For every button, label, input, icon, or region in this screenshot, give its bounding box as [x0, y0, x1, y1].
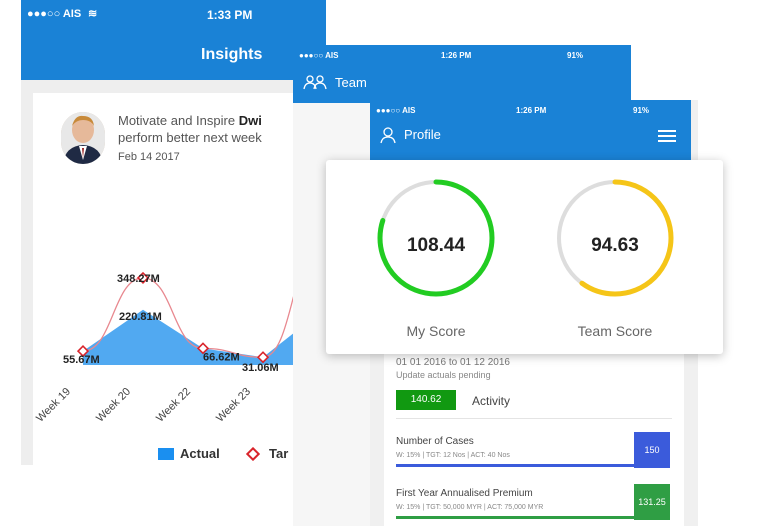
metric-title: First Year Annualised Premium — [396, 488, 533, 499]
divider — [396, 418, 672, 419]
team-title: Team — [335, 75, 367, 90]
legend-actual-swatch — [158, 448, 174, 460]
metric-row[interactable]: Number of Cases W: 15% | TGT: 12 Nos | AC… — [396, 432, 672, 472]
carrier-label: ●●●○○ AIS — [376, 106, 416, 115]
metric-progress-bar — [396, 516, 634, 519]
battery-percent: 88% — [357, 8, 380, 20]
carrier-label: ●●●○○ AIS — [299, 51, 339, 60]
metric-row[interactable]: First Year Annualised Premium W: 15% | TG… — [396, 484, 672, 524]
team-header: ●●●○○ AIS 1:26 PM 91% Team — [293, 45, 631, 103]
team-icon — [303, 75, 327, 90]
metric-subtitle: W: 15% | TGT: 12 Nos | ACT: 40 Nos — [396, 452, 510, 459]
data-label: 66.62M — [203, 351, 240, 363]
metric-value-box: 150 — [634, 432, 670, 468]
insight-date: Feb 14 2017 — [118, 151, 180, 163]
clock-label: 1:33 PM — [207, 8, 253, 22]
data-label: 55.67M — [63, 354, 100, 366]
carrier-label: ●●●○○ AIS — [27, 8, 82, 20]
data-label: 220.81M — [119, 311, 162, 323]
menu-icon[interactable] — [658, 130, 676, 142]
wifi-icon: ≋ — [88, 8, 98, 20]
legend-target-label: Tar — [269, 446, 289, 461]
app-header: Insights — [21, 28, 326, 80]
x-tick-label: Week 19 — [34, 386, 73, 425]
clock-label: 1:26 PM — [441, 51, 472, 60]
agent-name: Dwi — [238, 113, 262, 128]
profile-title: Profile — [404, 127, 441, 142]
metric-title: Number of Cases — [396, 436, 474, 447]
data-label: 31.06M — [242, 362, 279, 374]
team-score-value: 94.63 — [591, 235, 639, 256]
clock-label: 1:26 PM — [516, 106, 547, 115]
metric-progress-bar — [396, 464, 634, 467]
metric-value-box: 131.25 — [634, 484, 670, 520]
lock-rotation-icon: ⊛ — [339, 8, 349, 20]
activity-panel: 140.62 Activity Number of Cases W: 15% | … — [384, 380, 684, 526]
status-bar: ●●●○○ AIS ≋ 1:33 PM ⊛ 88% — [21, 0, 379, 28]
x-tick-label: Week 22 — [154, 386, 193, 425]
team-score-label: Team Score — [577, 323, 653, 339]
date-range: 01 01 2016 to 01 12 2016 — [396, 357, 510, 368]
data-label: 348.27M — [117, 273, 160, 285]
legend-actual-label: Actual — [180, 446, 220, 461]
my-score-label: My Score — [406, 323, 466, 339]
performance-chart: 55.67M 348.27M 220.81M 66.62M31.06M Week 19 W… — [34, 240, 324, 425]
metric-subtitle: W: 15% | TGT: 50,000 MYR | ACT: 75,000 M… — [396, 504, 544, 511]
battery-percent: 91% — [633, 106, 650, 115]
avatar — [61, 112, 105, 164]
profile-header: ●●●○○ AIS 1:26 PM 91% Profile — [370, 100, 691, 160]
score-card: 108.44 My Score 94.63 Team Score — [326, 160, 723, 354]
profile-icon — [380, 127, 396, 144]
activity-score-badge: 140.62 — [396, 390, 456, 410]
x-tick-label: Week 20 — [94, 386, 133, 425]
update-note: Update actuals pending — [396, 370, 491, 380]
page-title: Insights — [201, 46, 263, 63]
legend-target-marker-icon — [246, 447, 260, 461]
battery-percent: 91% — [567, 51, 584, 60]
insights-screen: ●●●○○ AIS ≋ 1:33 PM ⊛ 88% Insights Motiv… — [21, 0, 379, 465]
activity-label: Activity — [472, 394, 511, 408]
my-score-value: 108.44 — [406, 235, 466, 256]
x-tick-label: Week 23 — [214, 386, 253, 425]
insight-message: Motivate and Inspire Dwi perform better … — [118, 113, 262, 145]
